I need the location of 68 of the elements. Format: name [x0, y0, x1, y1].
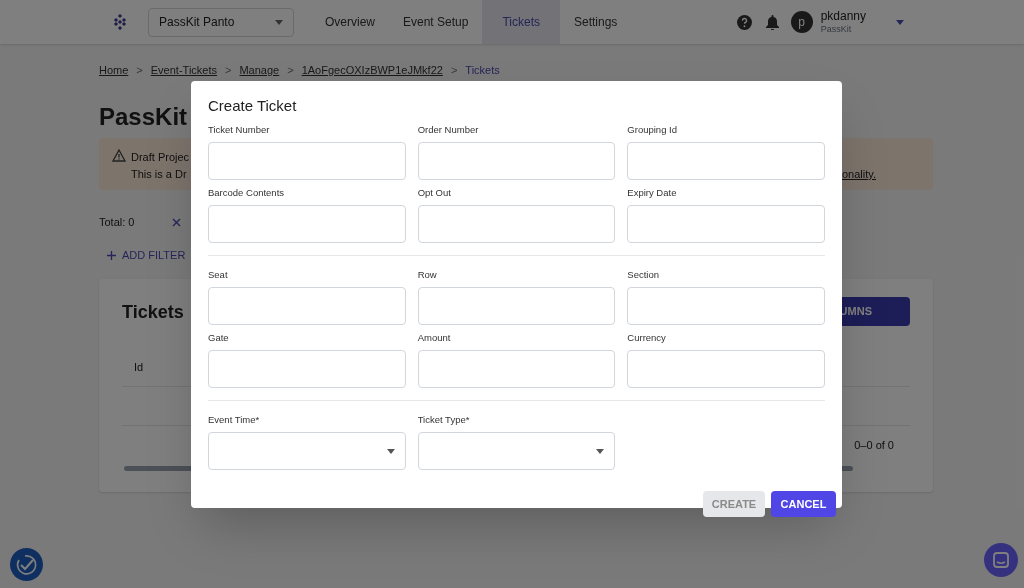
project-select[interactable]: PassKit Panto — [148, 7, 294, 37]
input-field[interactable] — [627, 350, 825, 388]
banner-link[interactable]: onality. — [841, 166, 876, 183]
field-label: Event Time* — [208, 413, 261, 426]
caret-icon — [386, 448, 395, 454]
breadcrumb-separator: > — [287, 62, 294, 78]
page-title: PassKit — [99, 102, 188, 129]
nav-tab[interactable]: Settings — [559, 0, 632, 44]
input-field[interactable] — [417, 287, 616, 325]
dialog-title: Create Ticket — [208, 96, 298, 115]
breadcrumb-link[interactable]: Tickets — [465, 61, 500, 79]
field-label: Currency — [627, 331, 667, 344]
breadcrumb-link[interactable]: 1AoFgecOXIzBWP1eJMkf22 — [301, 61, 443, 79]
breadcrumb-link[interactable]: Manage — [239, 61, 280, 79]
input-field[interactable] — [417, 205, 616, 243]
input-field[interactable] — [208, 205, 406, 243]
banner-text: This is a Dr — [131, 167, 187, 182]
field-label: Section — [627, 268, 660, 281]
field-label: Opt Out — [417, 186, 452, 199]
field-label: Ticket Type* — [417, 413, 471, 426]
input-field[interactable] — [208, 350, 406, 388]
breadcrumb-link[interactable]: Home — [99, 61, 129, 79]
field-label: Seat — [208, 268, 229, 281]
input-field[interactable] — [208, 142, 406, 180]
field-label: Ticket Number — [208, 123, 271, 136]
banner-title: Draft Projec — [131, 150, 190, 165]
organization-name: PassKit — [820, 23, 853, 36]
input-field[interactable] — [417, 350, 616, 388]
field-label: Order Number — [417, 123, 480, 136]
field-label: Row — [417, 268, 438, 281]
caret-icon — [596, 448, 605, 454]
column-header: Id — [134, 360, 144, 375]
accessibility-icon[interactable] — [10, 548, 43, 581]
nav-tab[interactable]: Tickets — [482, 0, 560, 44]
caret-icon — [275, 19, 283, 25]
select-field[interactable] — [208, 432, 406, 470]
input-field[interactable] — [208, 287, 406, 325]
add-filter-button[interactable]: ADD FILTER — [107, 247, 933, 263]
field-label: Grouping Id — [627, 123, 678, 136]
field-label: Expiry Date — [627, 186, 678, 199]
select-field[interactable] — [417, 432, 616, 470]
input-field[interactable] — [627, 287, 825, 325]
field-label: Gate — [208, 331, 230, 344]
field-label: Barcode Contents — [208, 186, 286, 199]
help-icon[interactable] — [736, 14, 752, 30]
card-title: Tickets — [122, 301, 184, 324]
notification-bell-icon[interactable] — [765, 14, 779, 30]
plus-icon — [107, 250, 116, 260]
caret-icon[interactable] — [896, 19, 904, 25]
input-field[interactable] — [627, 142, 825, 180]
breadcrumb-separator: > — [450, 62, 458, 78]
breadcrumb-separator: > — [136, 62, 143, 78]
chat-icon[interactable] — [984, 543, 1018, 577]
field-label: Amount — [417, 331, 452, 344]
nav-tab[interactable]: Event Setup — [389, 0, 483, 44]
nav-tab[interactable]: Overview — [311, 0, 389, 44]
pagination-text: 0–0 of 0 — [854, 438, 894, 453]
logo-icon[interactable] — [112, 14, 128, 30]
avatar[interactable]: p — [790, 11, 813, 33]
input-field[interactable] — [627, 205, 825, 243]
breadcrumb-link[interactable]: Event-Tickets — [150, 61, 217, 79]
dialog-button[interactable]: CANCEL — [771, 491, 836, 517]
input-field[interactable] — [417, 142, 616, 180]
breadcrumb-separator: > — [225, 62, 232, 78]
user-name: pkdanny — [820, 8, 866, 24]
close-icon[interactable] — [172, 217, 182, 227]
warning-icon — [112, 149, 126, 162]
total-count: Total: 0 — [99, 214, 135, 230]
